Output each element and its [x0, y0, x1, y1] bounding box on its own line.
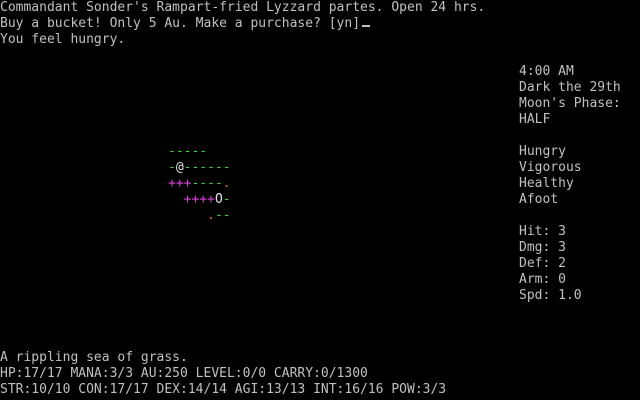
message-line-1: Commandant Sonder's Rampart-fried Lyzzar…	[0, 0, 486, 15]
status-hunger: Hungry	[519, 144, 566, 159]
status-vigor: Vigorous	[519, 160, 582, 175]
terrain-description: A rippling sea of grass.	[0, 350, 188, 365]
game-date: Dark the 29th	[519, 80, 621, 95]
purchase-prompt[interactable]: Buy a bucket! Only 5 Au. Make a purchase…	[0, 16, 360, 31]
attributes-status-line: STR:10/10 CON:17/17 DEX:14/14 AGI:13/13 …	[0, 382, 447, 397]
grass-tile: --	[214, 208, 231, 223]
player-glyph: @	[175, 160, 184, 175]
moon-phase-label: Moon's Phase:	[519, 96, 621, 111]
game-time: 4:00 AM	[519, 64, 574, 79]
building-glyph: O	[214, 192, 223, 207]
grass-tile: ----	[191, 176, 223, 191]
stat-hit: Hit: 3	[519, 224, 566, 239]
game-map[interactable]: ----- -@------ +++----. ++++O- .--	[168, 144, 231, 224]
text-cursor	[362, 25, 371, 27]
message-line-2[interactable]: Buy a bucket! Only 5 Au. Make a purchase…	[0, 16, 371, 32]
map-row: +++----.	[168, 176, 231, 192]
map-row: -----	[168, 144, 231, 160]
grass-tile: ------	[183, 160, 231, 175]
map-row: .--	[168, 208, 231, 224]
status-health: Healthy	[519, 176, 574, 191]
grass-tile: -	[168, 160, 176, 175]
map-row: -@------	[168, 160, 231, 176]
stat-arm: Arm: 0	[519, 272, 566, 287]
grass-tile: -----	[168, 144, 208, 159]
item-tile: .	[199, 208, 215, 223]
stat-spd: Spd: 1.0	[519, 288, 582, 303]
stat-def: Def: 2	[519, 256, 566, 271]
game-screen: Commandant Sonder's Rampart-fried Lyzzar…	[0, 0, 640, 400]
item-tile: .	[222, 176, 231, 191]
map-row: ++++O-	[168, 192, 231, 208]
moon-phase-value: HALF	[519, 112, 551, 127]
status-movement: Afoot	[519, 192, 559, 207]
grass-tile: -	[222, 192, 231, 207]
magic-tile: ++++	[183, 192, 215, 207]
stat-dmg: Dmg: 3	[519, 240, 566, 255]
message-line-3: You feel hungry.	[0, 32, 126, 47]
magic-tile: +++	[168, 176, 192, 191]
vitals-status-line: HP:17/17 MANA:3/3 AU:250 LEVEL:0/0 CARRY…	[0, 366, 368, 381]
